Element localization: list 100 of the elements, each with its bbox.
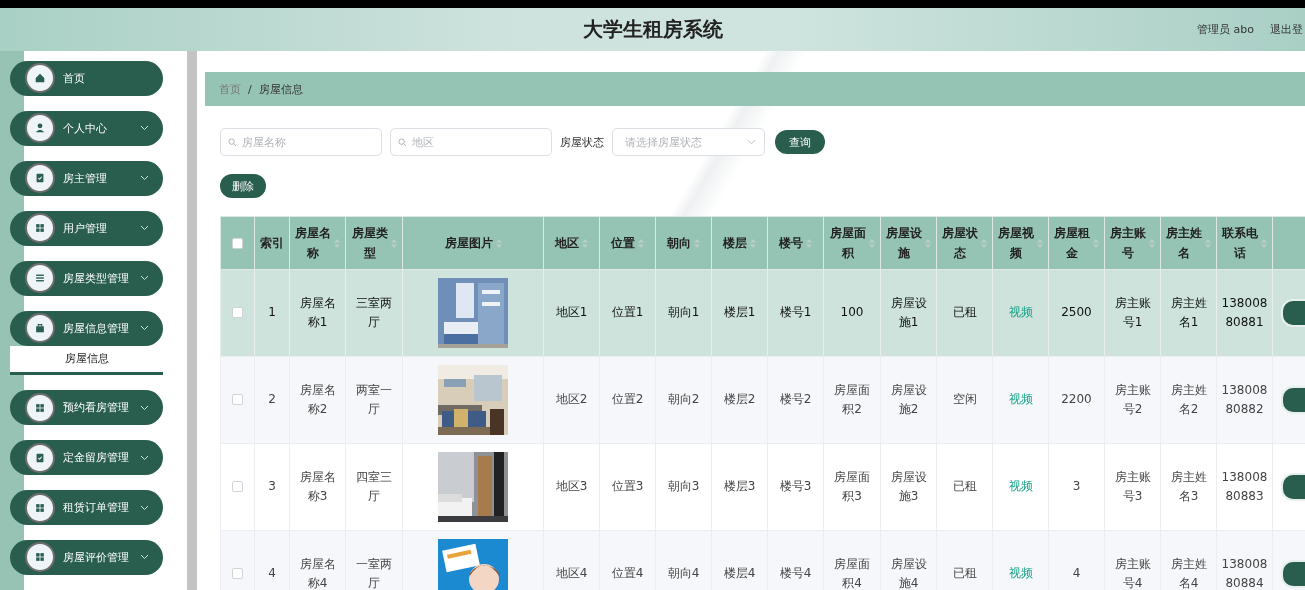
sort-icon[interactable] — [638, 238, 644, 248]
table-cell: 两室一厅 — [356, 382, 392, 416]
sort-icon[interactable] — [925, 238, 932, 248]
table-cell: 楼号4 — [779, 566, 812, 581]
chevron-icon — [140, 504, 149, 511]
sidebar-item[interactable]: 租赁订单管理 — [10, 490, 163, 525]
sort-icon[interactable] — [806, 238, 812, 248]
briefcase-icon — [34, 322, 46, 335]
table-cell: 房主账号1 — [1114, 295, 1151, 329]
app-title: 大学生租房系统 — [582, 16, 723, 43]
logout-link[interactable]: 退出登 — [1270, 22, 1303, 37]
sort-icon[interactable] — [868, 238, 875, 248]
table-row[interactable]: 4 房屋名称4 一室两厅 地区4 位置4 朝向4 楼层4 楼号4 房屋面积4 房屋设施4 已租 视频 4 房主账号4 房主姓名4 13800880884 — [220, 530, 1305, 590]
sort-icon[interactable] — [1205, 238, 1212, 248]
column-header: 房屋租金 — [1053, 224, 1091, 262]
column-header: 楼层 — [723, 234, 747, 252]
search-icon — [228, 138, 237, 147]
table-row[interactable]: 3 房屋名称3 四室三厅 地区3 位置3 朝向3 楼层3 楼号3 房屋面积3 房屋设施3 已租 视频 3 房主账号3 房主姓名3 13800880883 — [220, 443, 1305, 531]
sort-icon[interactable] — [390, 238, 397, 248]
delete-button[interactable]: 删除 — [220, 174, 266, 198]
row-checkbox[interactable] — [232, 394, 243, 406]
column-header: 索引 — [260, 234, 284, 252]
clipboard-icon — [34, 172, 46, 185]
table-cell: 房主姓名3 — [1170, 469, 1207, 503]
select-all-checkbox[interactable] — [232, 237, 243, 249]
sort-icon[interactable] — [582, 238, 588, 248]
table-cell: 位置1 — [611, 305, 644, 320]
table-cell: 楼号3 — [779, 479, 812, 494]
sort-icon[interactable] — [981, 238, 988, 248]
scrollbar[interactable] — [187, 51, 197, 590]
sidebar-item[interactable]: 房屋信息管理 — [10, 310, 163, 346]
table-cell: 楼层4 — [723, 566, 756, 581]
table-cell: 地区4 — [555, 566, 588, 581]
table-row[interactable]: 1 房屋名称1 三室两厅 地区1 位置1 朝向1 楼层1 楼号1 100 房屋设施1 已租 视频 2500 房主账号1 房主姓名1 13800880881 — [220, 269, 1305, 357]
sort-icon[interactable] — [1037, 238, 1044, 248]
chevron-icon — [140, 225, 149, 232]
row-checkbox[interactable] — [232, 307, 243, 319]
table-cell: 地区3 — [555, 479, 588, 494]
table-cell: 2200 — [1061, 392, 1092, 407]
table-cell: 房屋设施2 — [890, 382, 927, 416]
table-cell: 朝向2 — [667, 392, 700, 407]
table-cell: 房屋设施1 — [890, 295, 927, 329]
table-cell: 已租 — [952, 566, 977, 581]
sort-icon[interactable] — [1093, 238, 1100, 248]
table-cell: 四室三厅 — [356, 469, 392, 503]
details-button[interactable] — [1281, 299, 1305, 327]
details-button[interactable] — [1281, 560, 1305, 588]
sidebar-item[interactable]: 房屋类型管理 — [10, 260, 163, 296]
name-search-field[interactable]: 房屋名称 — [220, 128, 382, 156]
sidebar-item[interactable]: 个人中心 — [10, 110, 163, 146]
sort-icon[interactable] — [1261, 238, 1268, 248]
table-cell: 楼层2 — [723, 392, 756, 407]
breadcrumb-item: 房屋信息 — [258, 81, 303, 97]
table-cell: 地区1 — [555, 305, 588, 320]
column-header: 房屋状态 — [941, 224, 979, 262]
breadcrumb-separator: / — [248, 82, 252, 96]
row-checkbox[interactable] — [232, 481, 243, 493]
table-cell: 空闲 — [952, 392, 977, 407]
sort-icon[interactable] — [1149, 238, 1156, 248]
column-header: 联系电话 — [1221, 224, 1259, 262]
region-search-field[interactable]: 地区 — [390, 128, 552, 156]
sidebar-item[interactable]: 用户管理 — [10, 210, 163, 246]
details-button[interactable] — [1281, 386, 1305, 414]
sidebar-item[interactable]: 定金留房管理 — [10, 440, 163, 476]
table-cell: 已租 — [952, 305, 977, 320]
sort-icon[interactable] — [495, 238, 502, 248]
sort-icon[interactable] — [334, 238, 341, 248]
sidebar-item[interactable]: 房屋评价管理 — [10, 540, 163, 575]
table-cell: 朝向4 — [667, 566, 700, 581]
sort-icon[interactable] — [750, 238, 756, 248]
sort-icon[interactable] — [694, 238, 700, 248]
table-cell: 2 — [268, 392, 276, 407]
table-cell: 13800880883 — [1221, 469, 1268, 503]
table-cell: 房主账号4 — [1114, 556, 1151, 590]
table-cell: 楼号2 — [779, 392, 812, 407]
table-cell: 3 — [268, 479, 276, 494]
submenu-item[interactable]: 房屋信息 — [10, 345, 163, 376]
query-button[interactable]: 查询 — [775, 130, 825, 154]
table-cell: 房屋面积4 — [834, 556, 870, 590]
column-header: 地区 — [555, 234, 579, 252]
person-icon — [34, 122, 46, 135]
sidebar-item[interactable]: 房主管理 — [10, 160, 163, 196]
table-cell: 房屋名称1 — [299, 295, 336, 329]
table-cell: 房屋面积3 — [834, 469, 870, 503]
table-cell: 房屋名称4 — [299, 556, 336, 590]
table-cell: 已租 — [952, 479, 977, 494]
chevron-icon — [140, 554, 149, 561]
table-cell: 位置2 — [611, 392, 644, 407]
grid-icon — [34, 222, 46, 235]
table-cell: 房屋名称3 — [299, 469, 336, 503]
details-button[interactable] — [1281, 473, 1305, 501]
column-header: 房屋视频 — [997, 224, 1035, 262]
sidebar-item[interactable]: 预约看房管理 — [10, 390, 163, 426]
row-checkbox[interactable] — [232, 568, 243, 580]
table-cell: 3 — [1072, 479, 1081, 494]
table-cell: 房主账号2 — [1114, 382, 1151, 416]
column-header: 房屋类型 — [351, 224, 388, 262]
table-cell: 三室两厅 — [356, 295, 392, 329]
table-row[interactable]: 2 房屋名称2 两室一厅 地区2 位置2 朝向2 楼层2 楼号2 房屋面积2 房屋设施2 空闲 视频 2200 房主账号2 房主姓名2 13800880882 — [220, 356, 1305, 444]
sidebar-item[interactable]: 首页 — [10, 61, 163, 96]
